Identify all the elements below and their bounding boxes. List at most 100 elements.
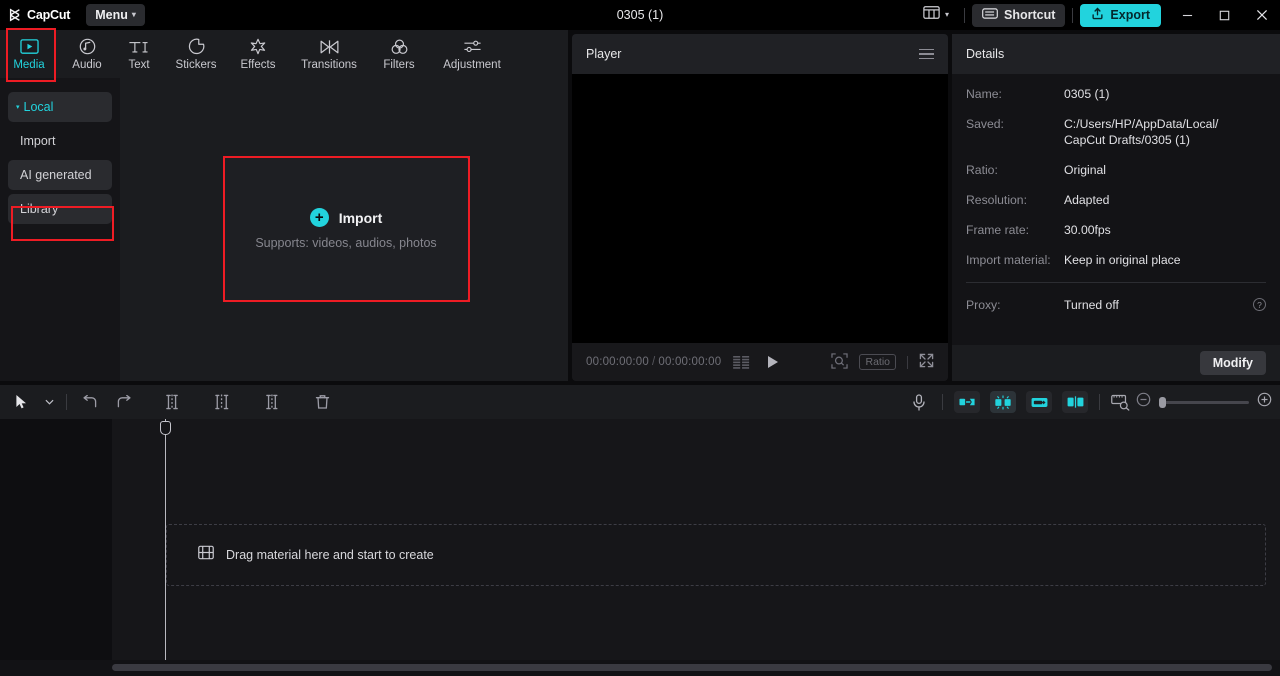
mirror-split-icon[interactable] bbox=[1062, 391, 1088, 413]
ratio-button[interactable]: Ratio bbox=[859, 354, 896, 370]
zoom-slider-track[interactable] bbox=[1159, 396, 1249, 408]
shortcut-button[interactable]: Shortcut bbox=[972, 3, 1066, 27]
filters-circles-icon bbox=[390, 38, 409, 56]
layout-chevron-down-icon: ▾ bbox=[945, 10, 950, 19]
details-label-resolution: Resolution: bbox=[966, 193, 1027, 207]
divider bbox=[942, 394, 943, 410]
sidebar-item-library[interactable]: Library bbox=[8, 194, 112, 224]
timeline-panel: Drag material here and start to create bbox=[0, 419, 1280, 676]
tab-adjustment[interactable]: Adjustment bbox=[426, 30, 518, 78]
player-right-controls: Ratio bbox=[831, 352, 934, 372]
modify-button[interactable]: Modify bbox=[1199, 351, 1266, 375]
tab-filters[interactable]: Filters bbox=[372, 30, 426, 78]
redo-icon[interactable] bbox=[107, 385, 141, 419]
tab-effects[interactable]: Effects bbox=[230, 30, 286, 78]
zoom-out-icon[interactable] bbox=[1136, 392, 1151, 412]
play-icon[interactable] bbox=[767, 355, 779, 369]
auto-cut-icon[interactable] bbox=[954, 391, 980, 413]
menu-button[interactable]: Menu ▾ bbox=[86, 4, 145, 26]
sidebar-item-ai-generated-label: AI generated bbox=[20, 168, 92, 182]
sidebar-item-import-label: Import bbox=[20, 134, 56, 148]
close-button[interactable] bbox=[1243, 0, 1280, 30]
details-value-saved: C:/Users/HP/AppData/Local/ CapCut Drafts… bbox=[1064, 117, 1219, 147]
details-value-ratio: Original bbox=[1064, 163, 1106, 177]
details-label-import-material: Import material: bbox=[966, 253, 1051, 267]
details-header: Details bbox=[952, 34, 1280, 74]
tab-media[interactable]: Media bbox=[0, 30, 58, 78]
tab-audio[interactable]: Audio bbox=[58, 30, 116, 78]
sidebar-item-import[interactable]: Import bbox=[8, 126, 112, 156]
undo-icon[interactable] bbox=[73, 385, 107, 419]
timeline-toolbar-right bbox=[902, 385, 1280, 419]
zoom-slider-knob[interactable] bbox=[1159, 396, 1166, 408]
chevron-down-icon: ▾ bbox=[131, 10, 136, 19]
title-bar: CapCut Menu ▾ 0305 (1) ▾ Shortcut Export bbox=[0, 0, 1280, 30]
microphone-record-icon[interactable] bbox=[902, 385, 936, 419]
select-cursor-icon[interactable] bbox=[4, 385, 38, 419]
zoom-to-fit-icon[interactable] bbox=[1106, 385, 1136, 419]
player-stage[interactable] bbox=[572, 74, 948, 343]
media-content-area: + Import Supports: videos, audios, photo… bbox=[120, 78, 568, 381]
window-controls bbox=[1169, 0, 1280, 30]
keyboard-icon bbox=[982, 8, 998, 22]
trim-right-icon[interactable] bbox=[255, 385, 289, 419]
hamburger-menu-icon[interactable] bbox=[919, 48, 934, 60]
tab-text[interactable]: Text bbox=[116, 30, 162, 78]
fullscreen-icon[interactable] bbox=[919, 353, 934, 371]
timeline-horizontal-scrollbar[interactable] bbox=[112, 664, 1272, 671]
tab-audio-label: Audio bbox=[72, 58, 102, 71]
details-row-proxy: Proxy: Turned off ? bbox=[966, 297, 1266, 313]
auto-reframe-icon[interactable] bbox=[990, 391, 1016, 413]
split-icon[interactable] bbox=[155, 385, 189, 419]
help-question-icon[interactable]: ? bbox=[1253, 298, 1266, 311]
player-title: Player bbox=[586, 47, 622, 61]
details-value-import-material: Keep in original place bbox=[1064, 253, 1181, 267]
main-tab-strip: Media Audio Text Stickers Effects Transi… bbox=[0, 30, 568, 78]
details-value-framerate: 30.00fps bbox=[1064, 223, 1111, 237]
app-logo: CapCut bbox=[8, 8, 70, 22]
details-label-proxy: Proxy: bbox=[966, 298, 1001, 312]
player-header: Player bbox=[572, 34, 948, 74]
player-panel: Player 00:00:00:00/00:00:00:00 Ratio bbox=[572, 34, 948, 381]
export-upload-icon bbox=[1091, 7, 1104, 23]
timeline-drop-target[interactable]: Drag material here and start to create bbox=[166, 524, 1266, 586]
export-button[interactable]: Export bbox=[1080, 3, 1161, 27]
playhead-handle[interactable] bbox=[160, 421, 171, 435]
layout-switch-button[interactable]: ▾ bbox=[915, 6, 957, 24]
cursor-dropdown-caret-icon[interactable] bbox=[38, 385, 60, 419]
timeline-track-header-gutter bbox=[0, 419, 112, 660]
magnifier-frame-icon[interactable] bbox=[831, 352, 849, 372]
link-clip-icon[interactable] bbox=[1026, 391, 1052, 413]
delete-icon[interactable] bbox=[305, 385, 339, 419]
zoom-in-icon[interactable] bbox=[1257, 392, 1272, 412]
media-play-rect-icon bbox=[19, 38, 39, 56]
minimize-button[interactable] bbox=[1169, 0, 1206, 30]
timeline-zoom-slider[interactable] bbox=[1136, 392, 1272, 412]
details-value-name: 0305 (1) bbox=[1064, 87, 1110, 101]
tab-transitions[interactable]: Transitions bbox=[286, 30, 372, 78]
details-label-saved: Saved: bbox=[966, 117, 1004, 131]
divider bbox=[1072, 7, 1074, 23]
player-timecode: 00:00:00:00/00:00:00:00 bbox=[586, 356, 721, 368]
frames-grid-icon[interactable] bbox=[733, 355, 750, 369]
player-controls: 00:00:00:00/00:00:00:00 Ratio bbox=[572, 343, 948, 381]
details-label-framerate: Frame rate: bbox=[966, 223, 1029, 237]
tab-stickers[interactable]: Stickers bbox=[162, 30, 230, 78]
trim-left-icon[interactable] bbox=[205, 385, 239, 419]
current-time: 00:00:00:00 bbox=[586, 356, 649, 368]
timeline-canvas[interactable]: Drag material here and start to create bbox=[112, 419, 1280, 660]
layout-panels-icon bbox=[923, 6, 940, 24]
maximize-button[interactable] bbox=[1206, 0, 1243, 30]
import-dropzone[interactable]: + Import Supports: videos, audios, photo… bbox=[223, 157, 469, 301]
details-label-ratio: Ratio: bbox=[966, 163, 998, 177]
details-value-resolution: Adapted bbox=[1064, 193, 1110, 207]
text-ti-icon bbox=[128, 38, 150, 56]
details-footer: Modify bbox=[952, 345, 1280, 381]
sidebar-item-ai-generated[interactable]: AI generated bbox=[8, 160, 112, 190]
details-value-proxy: Turned off bbox=[1064, 298, 1119, 312]
sidebar-item-local[interactable]: ▾ Local bbox=[8, 92, 112, 122]
export-label: Export bbox=[1110, 8, 1150, 22]
caret-down-icon: ▾ bbox=[16, 103, 20, 111]
tab-effects-label: Effects bbox=[240, 58, 276, 71]
sidebar-item-library-label: Library bbox=[20, 202, 59, 216]
